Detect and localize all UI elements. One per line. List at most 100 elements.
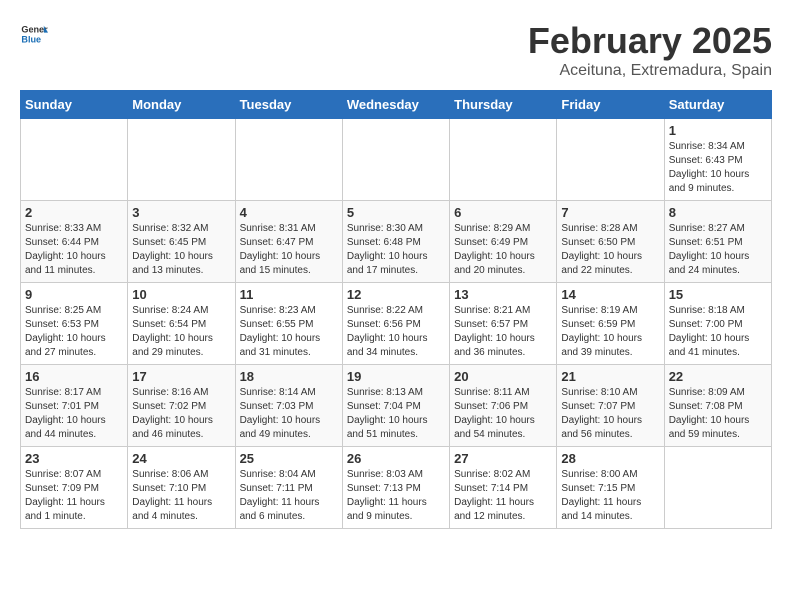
calendar-table: Sunday Monday Tuesday Wednesday Thursday… — [20, 90, 772, 529]
calendar-cell: 27 Sunrise: 8:02 AM Sunset: 7:14 PM Dayli… — [450, 447, 557, 529]
header-tuesday: Tuesday — [235, 91, 342, 119]
day-info: Sunrise: 8:30 AM Sunset: 6:48 PM Dayligh… — [347, 222, 445, 278]
day-number: 28 — [561, 451, 659, 466]
calendar-cell: 3 Sunrise: 8:32 AM Sunset: 6:45 PM Daylig… — [128, 201, 235, 283]
header-wednesday: Wednesday — [342, 91, 449, 119]
day-info: Sunrise: 8:33 AM Sunset: 6:44 PM Dayligh… — [25, 222, 123, 278]
day-number: 4 — [240, 205, 338, 220]
day-number: 3 — [132, 205, 230, 220]
calendar-cell — [664, 447, 771, 529]
calendar-cell — [21, 119, 128, 201]
calendar-cell — [342, 119, 449, 201]
calendar-cell: 19 Sunrise: 8:13 AM Sunset: 7:04 PM Dayli… — [342, 365, 449, 447]
day-info: Sunrise: 8:27 AM Sunset: 6:51 PM Dayligh… — [669, 222, 767, 278]
header-thursday: Thursday — [450, 91, 557, 119]
weekday-header-row: Sunday Monday Tuesday Wednesday Thursday… — [21, 91, 772, 119]
calendar-cell: 13 Sunrise: 8:21 AM Sunset: 6:57 PM Dayli… — [450, 283, 557, 365]
day-number: 11 — [240, 287, 338, 302]
day-info: Sunrise: 8:02 AM Sunset: 7:14 PM Dayligh… — [454, 468, 552, 524]
day-number: 17 — [132, 369, 230, 384]
calendar-cell: 22 Sunrise: 8:09 AM Sunset: 7:08 PM Dayli… — [664, 365, 771, 447]
day-info: Sunrise: 8:14 AM Sunset: 7:03 PM Dayligh… — [240, 386, 338, 442]
calendar-cell: 8 Sunrise: 8:27 AM Sunset: 6:51 PM Daylig… — [664, 201, 771, 283]
day-number: 8 — [669, 205, 767, 220]
day-info: Sunrise: 8:23 AM Sunset: 6:55 PM Dayligh… — [240, 304, 338, 360]
calendar-cell — [450, 119, 557, 201]
day-info: Sunrise: 8:32 AM Sunset: 6:45 PM Dayligh… — [132, 222, 230, 278]
calendar-cell: 1Sunrise: 8:34 AM Sunset: 6:43 PM Daylig… — [664, 119, 771, 201]
calendar-cell: 28 Sunrise: 8:00 AM Sunset: 7:15 PM Dayli… — [557, 447, 664, 529]
calendar-week-3: 16 Sunrise: 8:17 AM Sunset: 7:01 PM Dayli… — [21, 365, 772, 447]
day-number: 16 — [25, 369, 123, 384]
day-info: Sunrise: 8:19 AM Sunset: 6:59 PM Dayligh… — [561, 304, 659, 360]
day-number: 10 — [132, 287, 230, 302]
calendar-week-1: 2 Sunrise: 8:33 AM Sunset: 6:44 PM Daylig… — [21, 201, 772, 283]
day-info: Sunrise: 8:21 AM Sunset: 6:57 PM Dayligh… — [454, 304, 552, 360]
day-number: 12 — [347, 287, 445, 302]
day-number: 26 — [347, 451, 445, 466]
calendar-cell: 18 Sunrise: 8:14 AM Sunset: 7:03 PM Dayli… — [235, 365, 342, 447]
day-info: Sunrise: 8:06 AM Sunset: 7:10 PM Dayligh… — [132, 468, 230, 524]
calendar-cell: 12 Sunrise: 8:22 AM Sunset: 6:56 PM Dayli… — [342, 283, 449, 365]
day-number: 7 — [561, 205, 659, 220]
day-number: 15 — [669, 287, 767, 302]
day-info: Sunrise: 8:22 AM Sunset: 6:56 PM Dayligh… — [347, 304, 445, 360]
calendar-cell — [128, 119, 235, 201]
calendar-cell: 2 Sunrise: 8:33 AM Sunset: 6:44 PM Daylig… — [21, 201, 128, 283]
day-info: Sunrise: 8:17 AM Sunset: 7:01 PM Dayligh… — [25, 386, 123, 442]
day-number: 19 — [347, 369, 445, 384]
day-info: Sunrise: 8:24 AM Sunset: 6:54 PM Dayligh… — [132, 304, 230, 360]
day-number: 20 — [454, 369, 552, 384]
calendar-cell: 17Sunrise: 8:16 AM Sunset: 7:02 PM Dayli… — [128, 365, 235, 447]
day-info: Sunrise: 8:00 AM Sunset: 7:15 PM Dayligh… — [561, 468, 659, 524]
calendar-cell — [557, 119, 664, 201]
day-info: Sunrise: 8:13 AM Sunset: 7:04 PM Dayligh… — [347, 386, 445, 442]
day-info: Sunrise: 8:10 AM Sunset: 7:07 PM Dayligh… — [561, 386, 659, 442]
day-number: 9 — [25, 287, 123, 302]
day-number: 5 — [347, 205, 445, 220]
calendar-cell — [235, 119, 342, 201]
logo: General Blue — [20, 20, 48, 48]
day-number: 22 — [669, 369, 767, 384]
calendar-cell: 25 Sunrise: 8:04 AM Sunset: 7:11 PM Dayli… — [235, 447, 342, 529]
day-number: 13 — [454, 287, 552, 302]
calendar-cell: 9 Sunrise: 8:25 AM Sunset: 6:53 PM Daylig… — [21, 283, 128, 365]
day-info: Sunrise: 8:18 AM Sunset: 7:00 PM Dayligh… — [669, 304, 767, 360]
calendar-title: February 2025 — [528, 20, 772, 62]
header-monday: Monday — [128, 91, 235, 119]
day-number: 14 — [561, 287, 659, 302]
day-info: Sunrise: 8:25 AM Sunset: 6:53 PM Dayligh… — [25, 304, 123, 360]
day-number: 27 — [454, 451, 552, 466]
day-info: Sunrise: 8:29 AM Sunset: 6:49 PM Dayligh… — [454, 222, 552, 278]
calendar-cell: 14 Sunrise: 8:19 AM Sunset: 6:59 PM Dayli… — [557, 283, 664, 365]
day-info: Sunrise: 8:04 AM Sunset: 7:11 PM Dayligh… — [240, 468, 338, 524]
title-section: February 2025 Aceituna, Extremadura, Spa… — [528, 20, 772, 80]
day-number: 25 — [240, 451, 338, 466]
day-number: 18 — [240, 369, 338, 384]
day-number: 2 — [25, 205, 123, 220]
calendar-cell: 16 Sunrise: 8:17 AM Sunset: 7:01 PM Dayli… — [21, 365, 128, 447]
day-info: Sunrise: 8:09 AM Sunset: 7:08 PM Dayligh… — [669, 386, 767, 442]
logo-icon: General Blue — [20, 20, 48, 48]
day-number: 24 — [132, 451, 230, 466]
calendar-cell: 15 Sunrise: 8:18 AM Sunset: 7:00 PM Dayli… — [664, 283, 771, 365]
calendar-cell: 11 Sunrise: 8:23 AM Sunset: 6:55 PM Dayli… — [235, 283, 342, 365]
calendar-cell: 21 Sunrise: 8:10 AM Sunset: 7:07 PM Dayli… — [557, 365, 664, 447]
day-number: 6 — [454, 205, 552, 220]
day-info: Sunrise: 8:07 AM Sunset: 7:09 PM Dayligh… — [25, 468, 123, 524]
day-info: Sunrise: 8:03 AM Sunset: 7:13 PM Dayligh… — [347, 468, 445, 524]
day-info: Sunrise: 8:28 AM Sunset: 6:50 PM Dayligh… — [561, 222, 659, 278]
day-number: 1 — [669, 123, 767, 138]
day-info: Sunrise: 8:11 AM Sunset: 7:06 PM Dayligh… — [454, 386, 552, 442]
calendar-cell: 5 Sunrise: 8:30 AM Sunset: 6:48 PM Daylig… — [342, 201, 449, 283]
calendar-cell: 20 Sunrise: 8:11 AM Sunset: 7:06 PM Dayli… — [450, 365, 557, 447]
svg-text:Blue: Blue — [21, 34, 41, 44]
calendar-cell: 23Sunrise: 8:07 AM Sunset: 7:09 PM Dayli… — [21, 447, 128, 529]
calendar-cell: 6 Sunrise: 8:29 AM Sunset: 6:49 PM Daylig… — [450, 201, 557, 283]
header-saturday: Saturday — [664, 91, 771, 119]
day-number: 21 — [561, 369, 659, 384]
calendar-cell: 7 Sunrise: 8:28 AM Sunset: 6:50 PM Daylig… — [557, 201, 664, 283]
calendar-week-0: 1Sunrise: 8:34 AM Sunset: 6:43 PM Daylig… — [21, 119, 772, 201]
calendar-subtitle: Aceituna, Extremadura, Spain — [528, 62, 772, 80]
calendar-week-2: 9 Sunrise: 8:25 AM Sunset: 6:53 PM Daylig… — [21, 283, 772, 365]
